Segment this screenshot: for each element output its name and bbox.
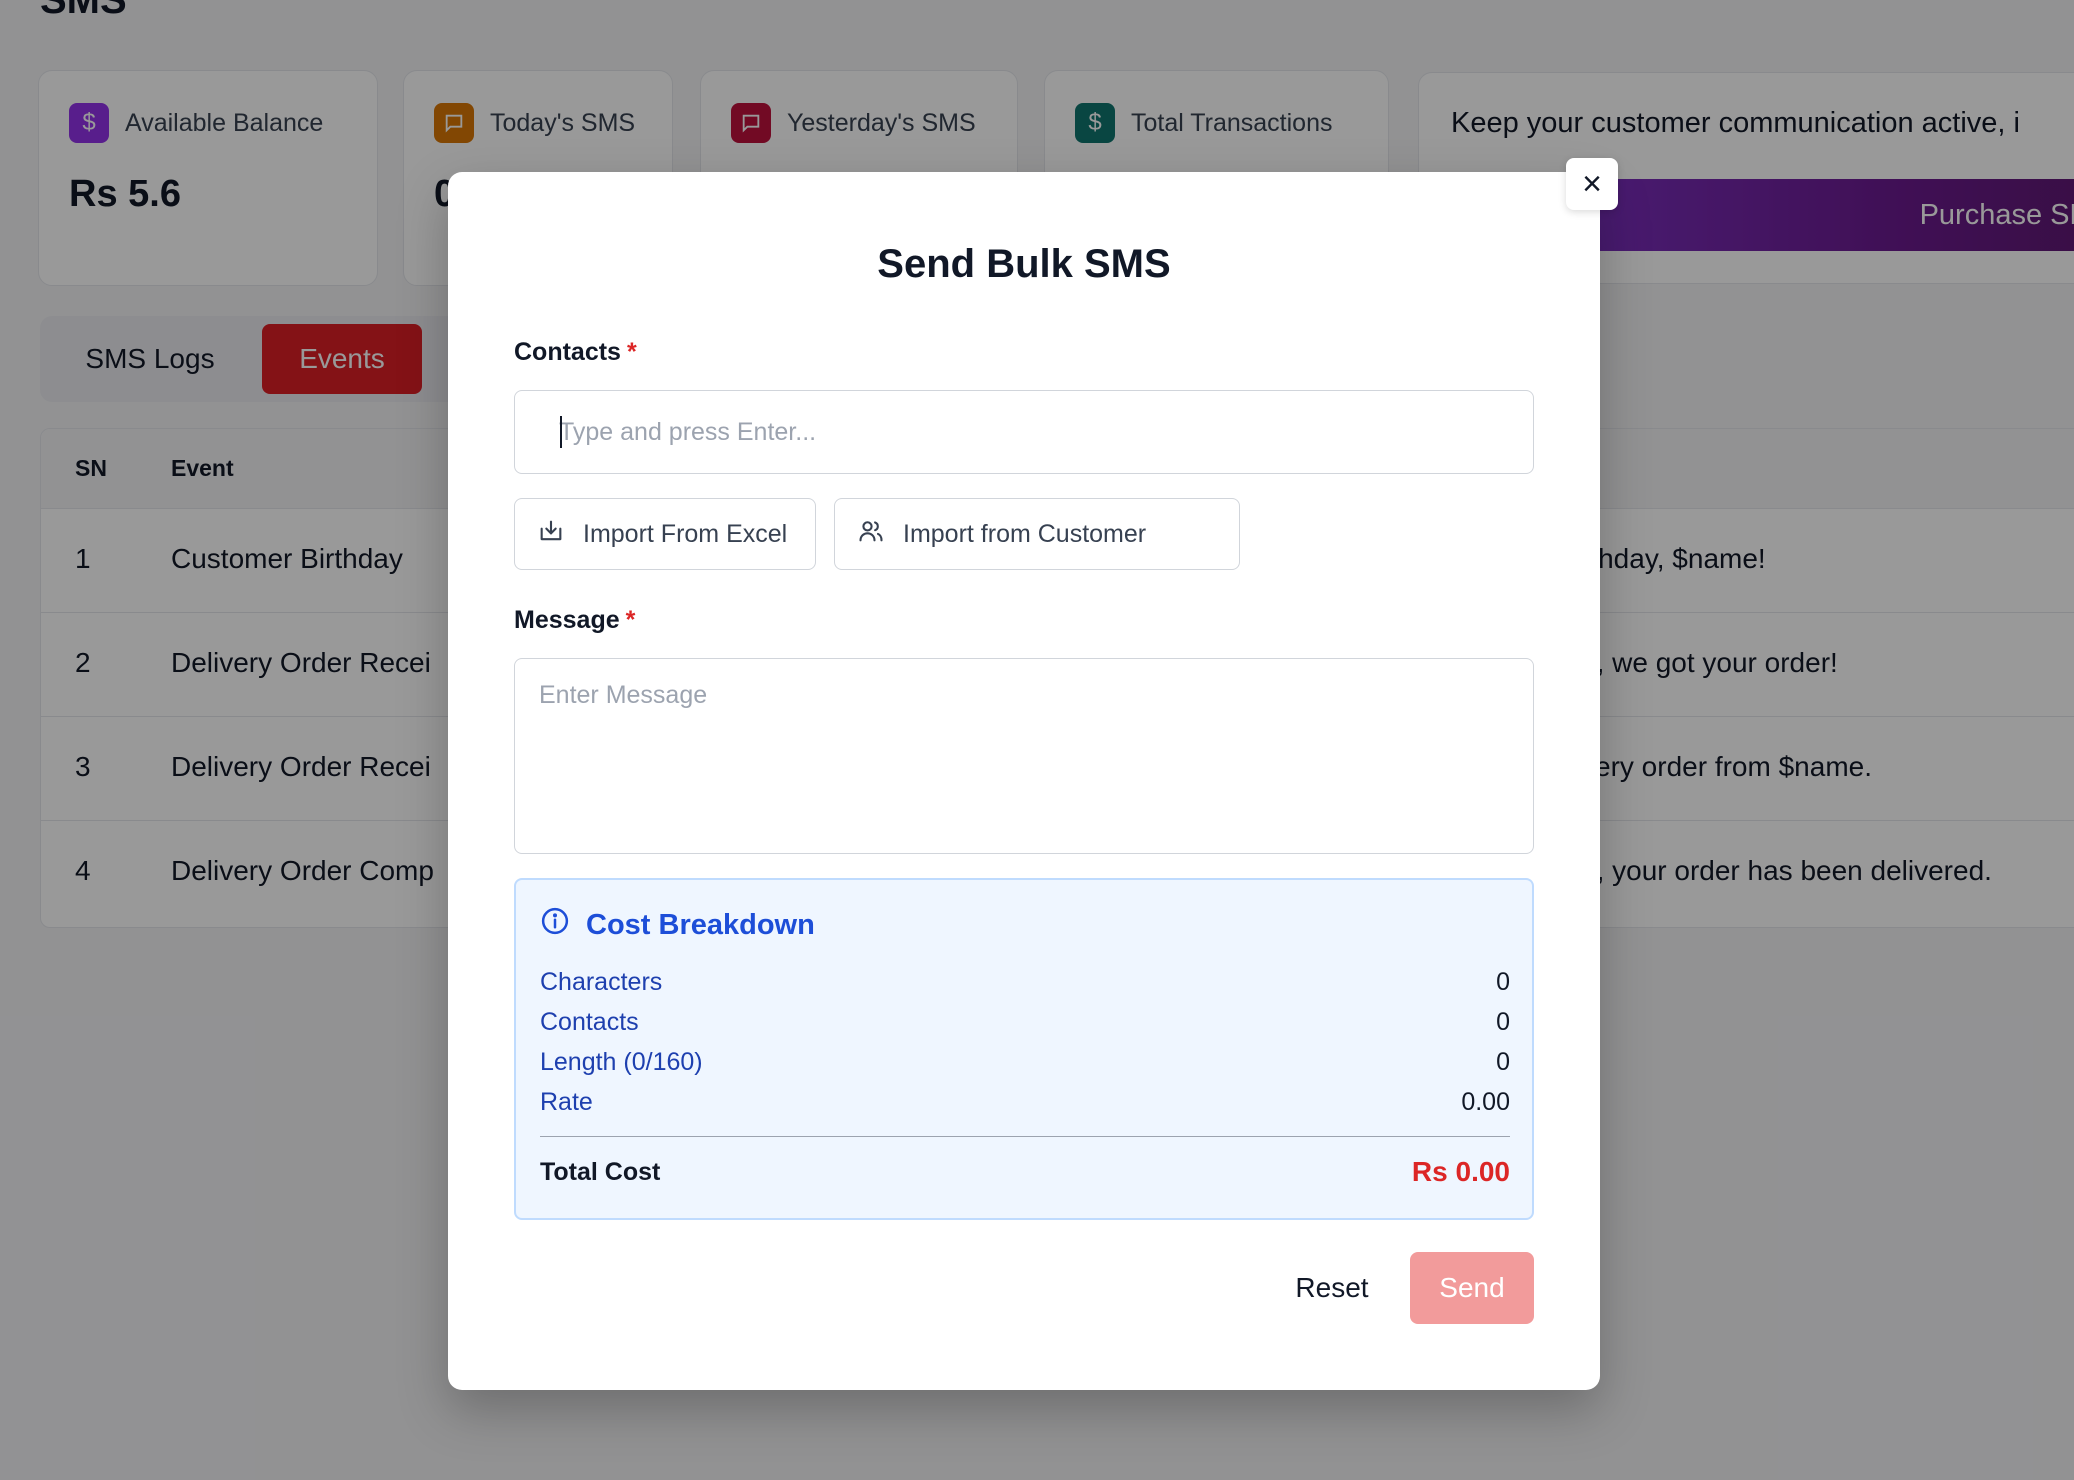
cost-value: 0 — [1496, 968, 1510, 996]
import-from-customer-button[interactable]: Import from Customer — [834, 498, 1240, 570]
download-icon — [537, 517, 565, 552]
cost-row-length: Length (0/160) 0 — [540, 1048, 1510, 1077]
cost-row-total: Total Cost Rs 0.00 — [540, 1156, 1510, 1188]
text-caret — [560, 416, 562, 448]
cost-title-text: Cost Breakdown — [586, 908, 815, 941]
import-from-excel-button[interactable]: Import From Excel — [514, 498, 816, 570]
contacts-input[interactable] — [514, 390, 1534, 474]
send-button[interactable]: Send — [1410, 1252, 1534, 1324]
cost-row-characters: Characters 0 — [540, 968, 1510, 997]
modal-title: Send Bulk SMS — [877, 242, 1171, 286]
close-icon[interactable]: × — [1566, 158, 1618, 210]
users-icon — [857, 517, 885, 552]
cost-label: Contacts — [540, 1008, 639, 1036]
cost-breakdown-panel: Cost Breakdown Characters 0 Contacts 0 L… — [514, 878, 1534, 1220]
cost-divider — [540, 1136, 1510, 1137]
cost-breakdown-title: Cost Breakdown — [540, 906, 815, 944]
cost-row-rate: Rate 0.00 — [540, 1088, 1510, 1117]
reset-button[interactable]: Reset — [1268, 1252, 1396, 1324]
import-excel-label: Import From Excel — [583, 519, 788, 548]
message-label-text: Message — [514, 606, 620, 634]
message-textarea[interactable] — [514, 658, 1534, 854]
required-mark: * — [626, 338, 637, 366]
message-label: Message * — [514, 606, 635, 635]
cost-label: Rate — [540, 1088, 593, 1116]
cost-value: 0.00 — [1461, 1088, 1510, 1116]
cost-label: Characters — [540, 968, 663, 996]
required-mark: * — [625, 606, 636, 634]
total-cost-value: Rs 0.00 — [1411, 1156, 1510, 1187]
info-icon — [540, 906, 570, 944]
send-bulk-sms-modal: Send Bulk SMS Contacts* Import From Exce… — [448, 172, 1600, 1390]
cost-value: 0 — [1496, 1008, 1510, 1036]
cost-row-contacts: Contacts 0 — [540, 1008, 1510, 1037]
contacts-label-text: Contacts — [514, 338, 621, 366]
contacts-label: Contacts * — [514, 338, 637, 367]
total-cost-label: Total Cost — [540, 1157, 661, 1186]
cost-label: Length (0/160) — [540, 1048, 703, 1076]
cost-value: 0 — [1496, 1048, 1510, 1076]
import-customer-label: Import from Customer — [903, 519, 1147, 548]
